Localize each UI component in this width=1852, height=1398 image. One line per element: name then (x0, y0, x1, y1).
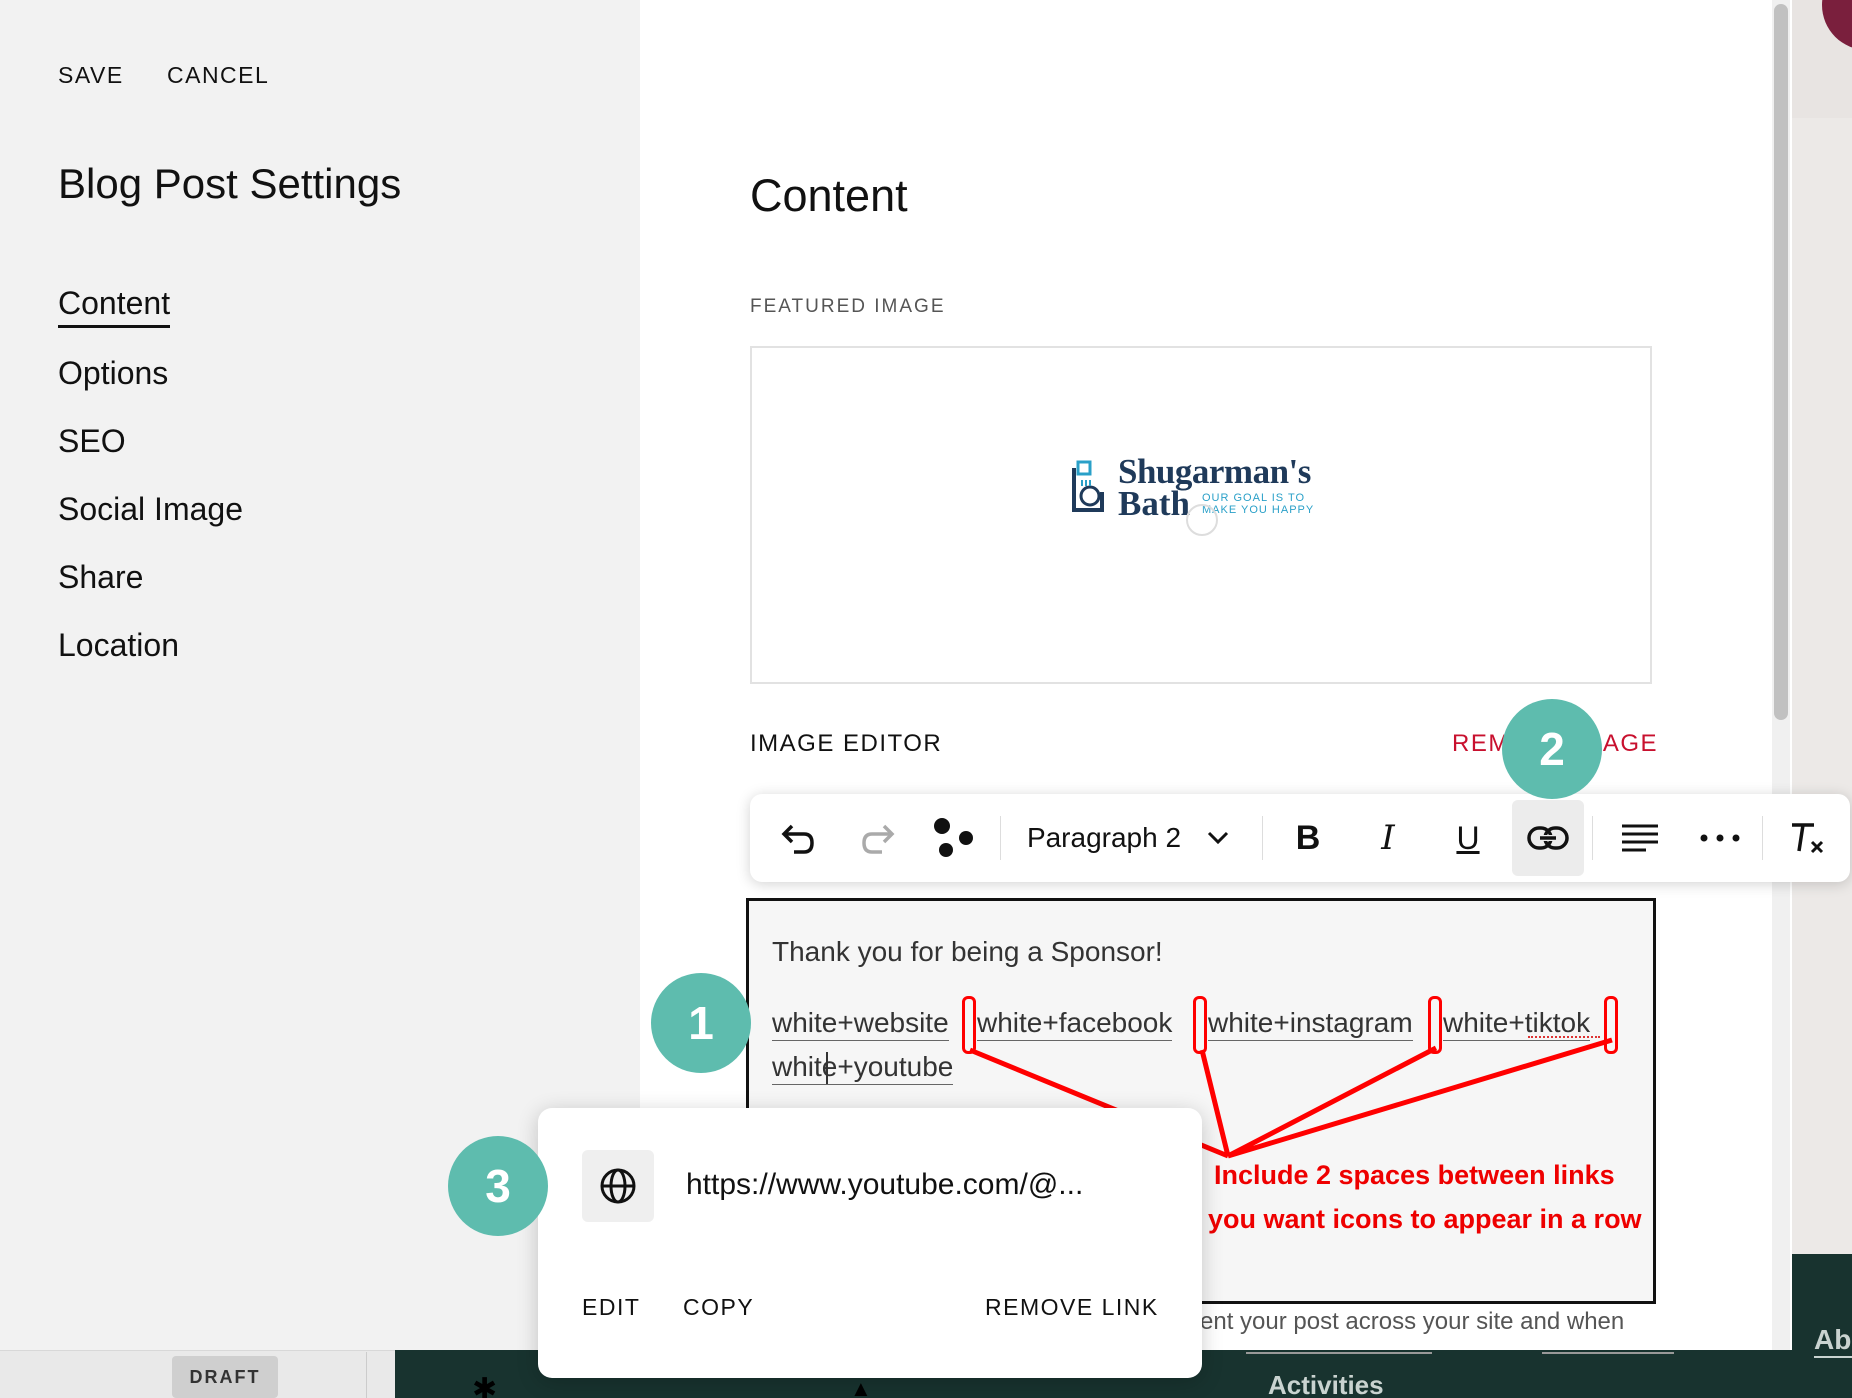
annotation-line1: Include 2 spaces between links (1214, 1160, 1615, 1190)
step-marker-3: 3 (448, 1136, 548, 1236)
edit-link-button[interactable]: EDIT (582, 1294, 640, 1321)
copy-link-button[interactable]: COPY (683, 1294, 754, 1321)
link-globe-button[interactable] (582, 1150, 654, 1222)
step-marker-2: 2 (1502, 699, 1602, 799)
link-url-text: https://www.youtube.com/@... (686, 1168, 1084, 1201)
remove-link-button[interactable]: REMOVE LINK (985, 1294, 1159, 1321)
globe-icon (600, 1168, 636, 1204)
step-marker-1: 1 (651, 973, 751, 1073)
annotation-line2: if you want icons to appear in a row (1184, 1204, 1642, 1234)
link-popup (538, 1108, 1202, 1378)
